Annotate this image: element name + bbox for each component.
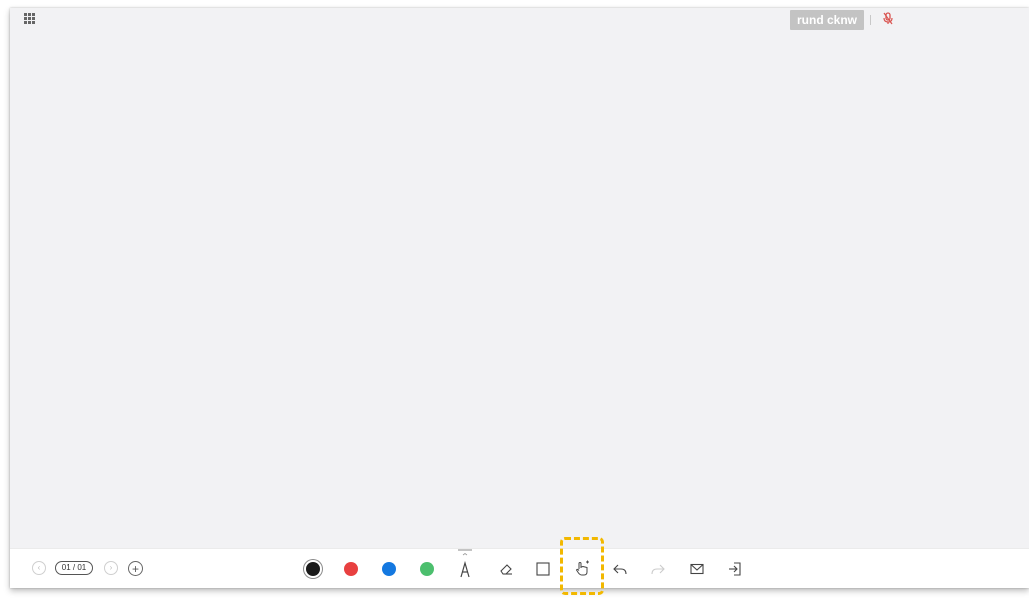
microphone-muted-icon[interactable] xyxy=(882,11,894,27)
color-swatch-black[interactable] xyxy=(306,562,320,576)
undo-icon[interactable] xyxy=(612,561,628,577)
add-page-icon[interactable]: + xyxy=(128,561,143,576)
prev-page-icon[interactable]: ‹ xyxy=(32,561,46,575)
color-swatch-green[interactable] xyxy=(420,562,434,576)
drawing-canvas[interactable] xyxy=(10,32,1029,548)
text-tool-icon[interactable] xyxy=(457,549,473,579)
rectangle-icon[interactable] xyxy=(535,561,551,577)
next-page-icon[interactable]: › xyxy=(104,561,118,575)
apps-grid-icon[interactable] xyxy=(24,13,36,25)
exit-icon[interactable] xyxy=(727,561,743,577)
header-divider xyxy=(870,15,871,25)
color-swatch-blue[interactable] xyxy=(382,562,396,576)
eraser-icon[interactable] xyxy=(498,561,514,577)
color-swatch-red[interactable] xyxy=(344,562,358,576)
whiteboard-window: rund cknw ‹ 01 / 01 › + xyxy=(10,8,1029,588)
hand-pointer-icon[interactable] xyxy=(574,560,592,578)
user-name-badge: rund cknw xyxy=(790,10,865,30)
mail-icon[interactable] xyxy=(689,561,705,577)
bottom-toolbar: ‹ 01 / 01 › + xyxy=(10,548,1029,588)
page-counter: 01 / 01 xyxy=(55,561,93,575)
redo-icon[interactable] xyxy=(650,561,666,577)
